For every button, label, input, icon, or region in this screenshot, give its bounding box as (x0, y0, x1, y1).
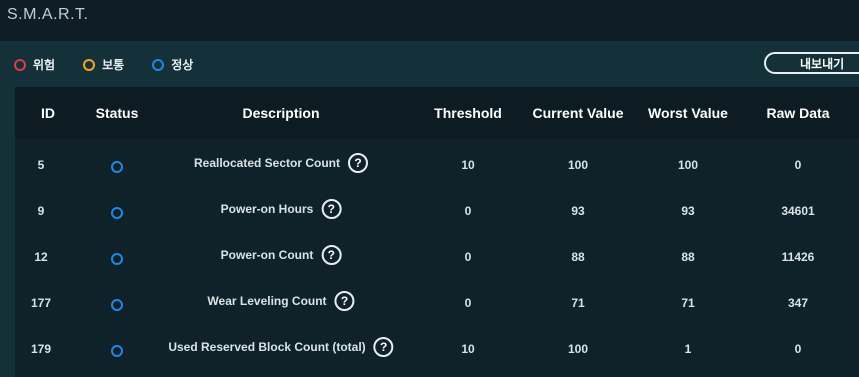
cell-current-value: 100 (567, 158, 589, 172)
cell-description: Wear Leveling Count ? (207, 291, 355, 311)
cell-threshold: 10 (461, 342, 475, 356)
page-title: S.M.A.R.T. (7, 6, 89, 23)
cell-id: 177 (30, 296, 52, 310)
description-text: Power-on Count (220, 248, 314, 262)
table-row: 177 Wear Leveling Count ? 0 71 71 347 (15, 281, 859, 327)
cell-threshold: 10 (461, 158, 475, 172)
cell-worst-value: 71 (681, 296, 695, 310)
table-row: 9 Power-on Hours ? 0 93 93 34601 (15, 189, 859, 235)
table-row: 5 Reallocated Sector Count ? 10 100 100 … (15, 143, 859, 189)
cell-id: 9 (37, 204, 45, 218)
cell-raw-data: 11426 (781, 250, 815, 264)
table-header-row: ID Status Description Threshold Current … (15, 87, 859, 139)
cell-threshold: 0 (464, 250, 472, 264)
header-raw-data: Raw Data (766, 105, 830, 121)
status-normal-icon (111, 207, 123, 219)
header-description: Description (242, 105, 320, 121)
cell-raw-data: 347 (787, 296, 809, 310)
cell-current-value: 93 (571, 204, 585, 218)
legend-item-danger: 위험 (14, 56, 55, 73)
help-icon[interactable]: ? (321, 245, 342, 265)
cell-raw-data: 0 (794, 158, 802, 172)
legend-item-normal: 정상 (152, 56, 193, 73)
legend-label-normal: 정상 (171, 58, 194, 72)
cell-threshold: 0 (464, 204, 472, 218)
smart-panel: 위험 보통 정상 내보내기 ID Status Description Thre… (0, 41, 859, 377)
cell-raw-data: 0 (794, 342, 802, 356)
danger-ring-icon (14, 58, 26, 71)
legend-label-warning: 보통 (102, 58, 125, 72)
help-icon[interactable]: ? (334, 291, 355, 311)
warning-ring-icon (83, 58, 96, 71)
smart-page: S.M.A.R.T. 위험 보통 정상 내보내기 ID Status Descr… (0, 0, 859, 377)
cell-worst-value: 100 (677, 158, 699, 172)
cell-description: Reallocated Sector Count ? (193, 153, 369, 173)
help-icon[interactable]: ? (321, 199, 342, 219)
help-icon[interactable]: ? (348, 153, 369, 173)
description-text: Power-on Hours (220, 202, 314, 216)
cell-description: Used Reserved Block Count (total) ? (168, 337, 394, 357)
smart-table: ID Status Description Threshold Current … (15, 87, 859, 377)
help-icon[interactable]: ? (373, 337, 394, 357)
cell-description: Power-on Count ? (221, 245, 342, 265)
cell-description: Power-on Hours ? (221, 199, 342, 219)
table-row: 12 Power-on Count ? 0 88 88 11426 (15, 235, 859, 281)
normal-ring-icon (152, 58, 165, 71)
cell-threshold: 0 (464, 296, 472, 310)
header-bar: S.M.A.R.T. (0, 0, 859, 41)
status-normal-icon (111, 161, 123, 173)
cell-current-value: 88 (571, 250, 585, 264)
legend-item-warning: 보통 (83, 56, 124, 73)
cell-id: 12 (34, 250, 48, 264)
cell-worst-value: 88 (681, 250, 695, 264)
status-normal-icon (111, 345, 123, 357)
status-normal-icon (111, 253, 123, 265)
header-id-label: ID (41, 105, 55, 121)
cell-worst-value: 1 (684, 342, 692, 356)
cell-id: 179 (30, 342, 52, 356)
description-text: Wear Leveling Count (207, 294, 327, 308)
cell-worst-value: 93 (681, 204, 695, 218)
description-text: Reallocated Sector Count (193, 156, 341, 170)
header-worst-value: Worst Value (648, 105, 728, 121)
header-status: Status (95, 105, 139, 121)
cell-id: 5 (37, 158, 45, 172)
status-legend: 위험 보통 정상 (14, 56, 221, 73)
table-row: 179 Used Reserved Block Count (total) ? … (15, 327, 859, 373)
header-threshold: Threshold (434, 105, 502, 121)
header-current-value: Current Value (532, 105, 624, 121)
cell-raw-data: 34601 (781, 204, 815, 218)
description-text: Used Reserved Block Count (total) (168, 340, 366, 354)
cell-current-value: 100 (567, 342, 589, 356)
legend-label-danger: 위험 (33, 58, 56, 72)
status-normal-icon (111, 299, 123, 311)
cell-current-value: 71 (571, 296, 585, 310)
export-button[interactable]: 내보내기 (764, 52, 859, 74)
